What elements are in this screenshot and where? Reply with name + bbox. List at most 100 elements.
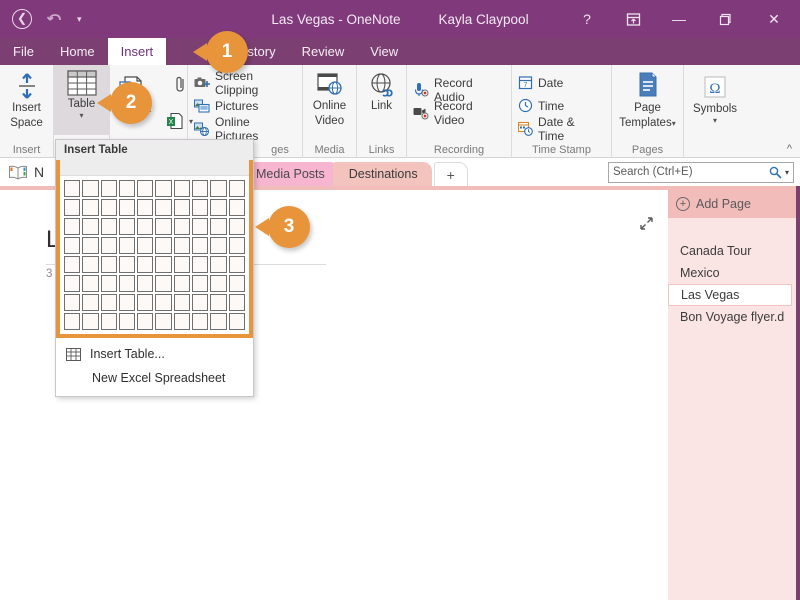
- table-grid-cell[interactable]: [155, 199, 172, 216]
- table-grid-cell[interactable]: [82, 294, 99, 311]
- date-time-button[interactable]: Date & Time: [516, 115, 607, 143]
- table-grid-cell[interactable]: [210, 256, 227, 273]
- table-grid-cell[interactable]: [100, 275, 117, 292]
- table-grid-cell[interactable]: [100, 256, 117, 273]
- table-grid-cell[interactable]: [173, 275, 191, 292]
- minimize-button[interactable]: —: [656, 0, 702, 38]
- table-grid-cell[interactable]: [210, 180, 227, 197]
- table-grid-cell[interactable]: [137, 180, 154, 197]
- table-grid-cell[interactable]: [192, 199, 209, 216]
- table-size-grid[interactable]: [60, 176, 249, 334]
- table-grid-cell[interactable]: [82, 256, 99, 273]
- table-grid-cell[interactable]: [64, 199, 81, 216]
- screen-clipping-button[interactable]: Screen Clipping: [192, 69, 298, 97]
- table-grid-cell[interactable]: [192, 180, 209, 197]
- table-grid-cell[interactable]: [64, 237, 81, 254]
- table-grid-cell[interactable]: [82, 313, 99, 330]
- table-grid-cell[interactable]: [137, 256, 154, 273]
- table-grid-cell[interactable]: [155, 237, 172, 254]
- table-grid-cell[interactable]: [64, 313, 81, 330]
- table-grid-cell[interactable]: [137, 294, 154, 311]
- user-account-name[interactable]: Kayla Claypool: [439, 12, 529, 27]
- table-caret-icon[interactable]: ▾: [79, 111, 83, 119]
- table-grid-cell[interactable]: [192, 256, 209, 273]
- tab-review[interactable]: Review: [289, 38, 358, 65]
- section-tab-destinations[interactable]: Destinations: [332, 162, 432, 186]
- table-grid-cell[interactable]: [100, 218, 117, 235]
- tab-view[interactable]: View: [357, 38, 411, 65]
- table-grid-cell[interactable]: [82, 237, 99, 254]
- tab-home[interactable]: Home: [47, 38, 108, 65]
- date-button[interactable]: 7 Date: [516, 72, 607, 93]
- table-grid-cell[interactable]: [228, 256, 245, 273]
- table-grid-cell[interactable]: [137, 275, 154, 292]
- table-grid-cell[interactable]: [137, 199, 154, 216]
- table-grid-cell[interactable]: [100, 180, 117, 197]
- table-grid-cell[interactable]: [118, 180, 136, 197]
- table-grid-cell[interactable]: [100, 199, 117, 216]
- table-grid-cell[interactable]: [118, 218, 136, 235]
- table-grid-cell[interactable]: [228, 275, 245, 292]
- record-audio-button[interactable]: Record Audio: [411, 76, 507, 104]
- table-grid-cell[interactable]: [228, 237, 245, 254]
- undo-icon[interactable]: [46, 11, 63, 28]
- online-pictures-button[interactable]: Online Pictures: [192, 115, 298, 143]
- table-grid-cell[interactable]: [118, 256, 136, 273]
- table-grid-cell[interactable]: [137, 218, 154, 235]
- expand-page-icon[interactable]: [639, 216, 654, 231]
- back-arrow-icon[interactable]: ❮: [12, 9, 32, 29]
- search-input[interactable]: Search (Ctrl+E) ▾: [608, 161, 794, 183]
- table-grid-cell[interactable]: [118, 237, 136, 254]
- table-grid-cell[interactable]: [228, 294, 245, 311]
- table-grid-cell[interactable]: [155, 313, 172, 330]
- table-grid-cell[interactable]: [173, 313, 191, 330]
- search-caret-icon[interactable]: ▾: [785, 168, 789, 177]
- table-grid-cell[interactable]: [173, 256, 191, 273]
- table-grid-cell[interactable]: [210, 313, 227, 330]
- table-grid-cell[interactable]: [173, 237, 191, 254]
- page-templates-caret-icon[interactable]: ▾: [672, 119, 676, 128]
- table-grid-cell[interactable]: [64, 218, 81, 235]
- table-grid-cell[interactable]: [228, 199, 245, 216]
- table-grid-cell[interactable]: [118, 199, 136, 216]
- qat-customize-caret-icon[interactable]: ▾: [77, 14, 82, 24]
- insert-table-menu-item[interactable]: Insert Table...: [56, 342, 253, 366]
- help-button[interactable]: ?: [564, 0, 610, 38]
- page-list-item-las-vegas[interactable]: Las Vegas: [668, 284, 792, 306]
- table-grid-cell[interactable]: [64, 180, 81, 197]
- table-grid-cell[interactable]: [155, 218, 172, 235]
- symbols-button[interactable]: Ω Symbols ▾: [686, 69, 744, 124]
- insert-space-button[interactable]: Insert Space: [1, 69, 53, 129]
- table-grid-cell[interactable]: [64, 294, 81, 311]
- table-grid-cell[interactable]: [100, 313, 117, 330]
- table-grid-cell[interactable]: [118, 313, 136, 330]
- table-grid-cell[interactable]: [210, 237, 227, 254]
- table-grid-cell[interactable]: [228, 180, 245, 197]
- table-grid-cell[interactable]: [82, 275, 99, 292]
- table-grid-cell[interactable]: [118, 275, 136, 292]
- table-grid-cell[interactable]: [82, 180, 99, 197]
- table-grid-cell[interactable]: [210, 294, 227, 311]
- table-grid-cell[interactable]: [173, 199, 191, 216]
- restore-button[interactable]: [702, 0, 748, 38]
- page-list-item-canada-tour[interactable]: Canada Tour: [668, 240, 796, 262]
- pictures-button[interactable]: Pictures: [192, 95, 298, 116]
- table-grid-cell[interactable]: [192, 313, 209, 330]
- table-grid-cell[interactable]: [173, 180, 191, 197]
- table-grid-cell[interactable]: [210, 199, 227, 216]
- section-tab-media-posts[interactable]: Media Posts: [240, 162, 339, 186]
- table-grid-cell[interactable]: [100, 294, 117, 311]
- search-icon[interactable]: [769, 166, 782, 179]
- table-grid-cell[interactable]: [228, 218, 245, 235]
- table-grid-cell[interactable]: [192, 237, 209, 254]
- link-button[interactable]: Link: [356, 69, 408, 113]
- tab-insert[interactable]: Insert: [107, 38, 167, 65]
- new-excel-spreadsheet-menu-item[interactable]: New Excel Spreadsheet: [56, 366, 253, 390]
- page-list-item-mexico[interactable]: Mexico: [668, 262, 796, 284]
- table-grid-cell[interactable]: [100, 237, 117, 254]
- table-grid-cell[interactable]: [155, 180, 172, 197]
- page-list-item-bon-voyage-flyer[interactable]: Bon Voyage flyer.d: [668, 306, 796, 328]
- table-grid-cell[interactable]: [155, 294, 172, 311]
- table-grid-cell[interactable]: [155, 275, 172, 292]
- table-grid-cell[interactable]: [64, 275, 81, 292]
